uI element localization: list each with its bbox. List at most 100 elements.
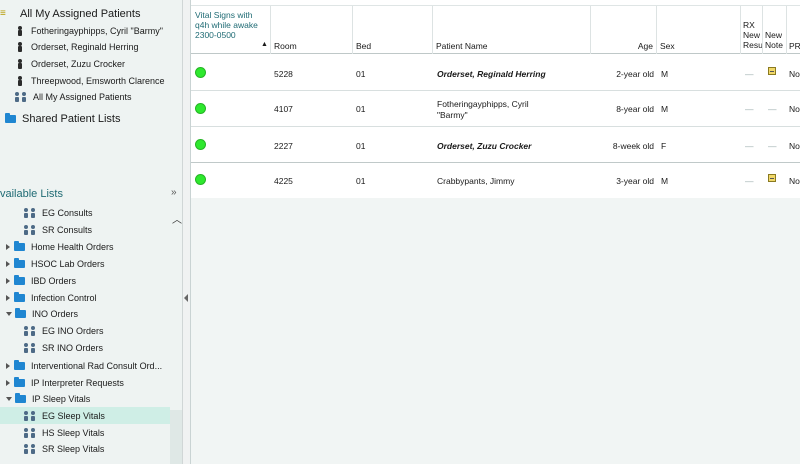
list-label: EG Sleep Vitals (42, 410, 105, 421)
shared-lists-node[interactable]: Shared Patient Lists (5, 110, 120, 127)
collapse-arrow-icon[interactable] (6, 396, 12, 401)
list-item[interactable]: SR Consults (24, 221, 92, 238)
folder-icon (14, 359, 25, 370)
list-label: Infection Control (31, 292, 97, 303)
list-item-selected[interactable]: EG Sleep Vitals (0, 407, 170, 424)
col-header-sex[interactable]: Sex (657, 6, 741, 54)
cell-age: 2-year old (616, 69, 654, 79)
col-header-bed-label: Bed (356, 41, 372, 51)
list-label: Home Health Orders (31, 241, 114, 252)
my-patients-node[interactable]: ≡ All My Assigned Patients (0, 5, 140, 22)
table-row[interactable]: 5228 01 Orderset, Reginald Herring 2-yea… (191, 55, 800, 91)
group-label: All My Assigned Patients (33, 91, 132, 102)
list-item[interactable]: SR INO Orders (24, 339, 103, 356)
list-label: SR Sleep Vitals (42, 443, 105, 454)
list-item[interactable]: HS Sleep Vitals (24, 424, 104, 441)
cell-room: 4107 (274, 104, 293, 114)
note-icon[interactable] (768, 67, 776, 75)
list-item[interactable]: IP Sleep Vitals (6, 390, 90, 407)
patient-table: Vital Signs with q4h while awake 2300-05… (190, 0, 800, 464)
col-header-bed[interactable]: Bed (353, 6, 433, 54)
shared-lists-label: Shared Patient Lists (22, 112, 121, 125)
group-icon (15, 91, 27, 102)
folder-icon (5, 112, 16, 123)
collapse-arrow-icon[interactable] (6, 311, 12, 316)
patient-item[interactable]: Orderset, Zuzu Crocker (17, 55, 125, 72)
cell-sex: M (661, 104, 669, 114)
col-header-rx-new-result[interactable]: RX New Resu (741, 6, 763, 54)
col-header-age-label: Age (637, 41, 653, 51)
available-lists-label: vailable Lists (0, 188, 63, 200)
list-item[interactable]: EG Consults (24, 204, 93, 221)
my-patients-label: All My Assigned Patients (20, 7, 141, 20)
list-item[interactable]: INO Orders (6, 305, 78, 322)
list-item[interactable]: IBD Orders (6, 272, 76, 289)
available-lists-header[interactable]: vailable Lists » (0, 185, 190, 204)
cell-patient-name[interactable]: Fotheringayphipps, Cyril "Barmy" (437, 99, 547, 121)
patient-item[interactable]: Threepwood, Emsworth Clarence (17, 72, 165, 89)
list-item[interactable]: SR Sleep Vitals (24, 440, 104, 457)
table-row[interactable]: 2227 01 Orderset, Zuzu Crocker 8-week ol… (191, 127, 800, 163)
cell-room: 2227 (274, 141, 293, 151)
sidebar-scrollbar[interactable] (170, 410, 182, 464)
person-icon (17, 58, 23, 69)
group-icon (24, 342, 36, 353)
scroll-up-icon[interactable]: ︿ (172, 211, 182, 226)
col-header-name-label: Patient Name (436, 41, 488, 51)
panel-splitter[interactable] (182, 0, 190, 464)
list-label: SR Consults (42, 224, 93, 235)
person-icon (17, 25, 23, 36)
table-row[interactable]: 4107 01 Fotheringayphipps, Cyril "Barmy"… (191, 91, 800, 127)
cell-patient-name[interactable]: Orderset, Reginald Herring (437, 69, 546, 79)
list-label: IP Interpreter Requests (31, 377, 124, 388)
col-header-new-note[interactable]: New Note (763, 6, 787, 54)
expand-arrow-icon[interactable] (6, 260, 10, 267)
patient-item[interactable]: Orderset, Reginald Herring (17, 38, 139, 55)
cell-pr: No (789, 176, 800, 186)
col-header-note-label: New Note (765, 30, 783, 50)
cell-patient-name[interactable]: Orderset, Zuzu Crocker (437, 141, 531, 151)
patient-list-panel: ≡ All My Assigned Patients Fotheringayph… (0, 0, 190, 464)
list-item[interactable]: EG INO Orders (24, 322, 104, 339)
folder-open-icon (15, 392, 26, 403)
cell-pr: No (789, 141, 800, 151)
group-icon (24, 410, 36, 421)
list-item[interactable]: Interventional Rad Consult Ord... (6, 357, 162, 374)
expand-arrow-icon[interactable] (6, 277, 10, 284)
patient-item[interactable]: Fotheringayphipps, Cyril "Barmy" (17, 22, 163, 39)
expand-arrow-icon[interactable] (6, 243, 10, 250)
group-icon (24, 427, 36, 438)
expand-arrow-icon[interactable] (6, 294, 10, 301)
table-empty-area (191, 198, 800, 464)
cell-rx: — (745, 104, 754, 114)
list-item[interactable]: IP Interpreter Requests (6, 374, 124, 391)
cell-pr: No (789, 104, 800, 114)
group-icon (24, 325, 36, 336)
list-label: Interventional Rad Consult Ord... (31, 360, 163, 371)
cell-sex: M (661, 69, 669, 79)
list-label: EG INO Orders (42, 325, 104, 336)
collapse-chevron-icon[interactable]: » (171, 187, 177, 198)
cell-patient-name[interactable]: Crabbypants, Jimmy (437, 176, 514, 186)
note-icon[interactable] (768, 174, 776, 182)
col-header-pr[interactable]: PR (787, 6, 800, 54)
status-green-icon (195, 174, 206, 185)
list-item[interactable]: Infection Control (6, 289, 97, 306)
col-header-vitals[interactable]: Vital Signs with q4h while awake 2300-05… (191, 6, 271, 54)
cell-room: 5228 (274, 69, 293, 79)
folder-icon (14, 257, 25, 268)
cell-age: 8-year old (616, 104, 654, 114)
list-item[interactable]: Home Health Orders (6, 238, 114, 255)
expand-arrow-icon[interactable] (6, 362, 10, 369)
expand-arrow-icon[interactable] (6, 379, 10, 386)
table-row[interactable]: 4225 01 Crabbypants, Jimmy 3-year old M … (191, 163, 800, 199)
col-header-pr-label: PR (789, 41, 800, 51)
all-assigned-group[interactable]: All My Assigned Patients (15, 88, 132, 105)
list-item[interactable]: HSOC Lab Orders (6, 255, 105, 272)
col-header-patient-name[interactable]: Patient Name (433, 6, 591, 54)
collapse-panel-icon[interactable] (184, 292, 188, 304)
col-header-age[interactable]: Age (591, 6, 657, 54)
list-label: HS Sleep Vitals (42, 427, 105, 438)
col-header-room[interactable]: Room (271, 6, 353, 54)
patient-name: Orderset, Reginald Herring (31, 41, 139, 52)
